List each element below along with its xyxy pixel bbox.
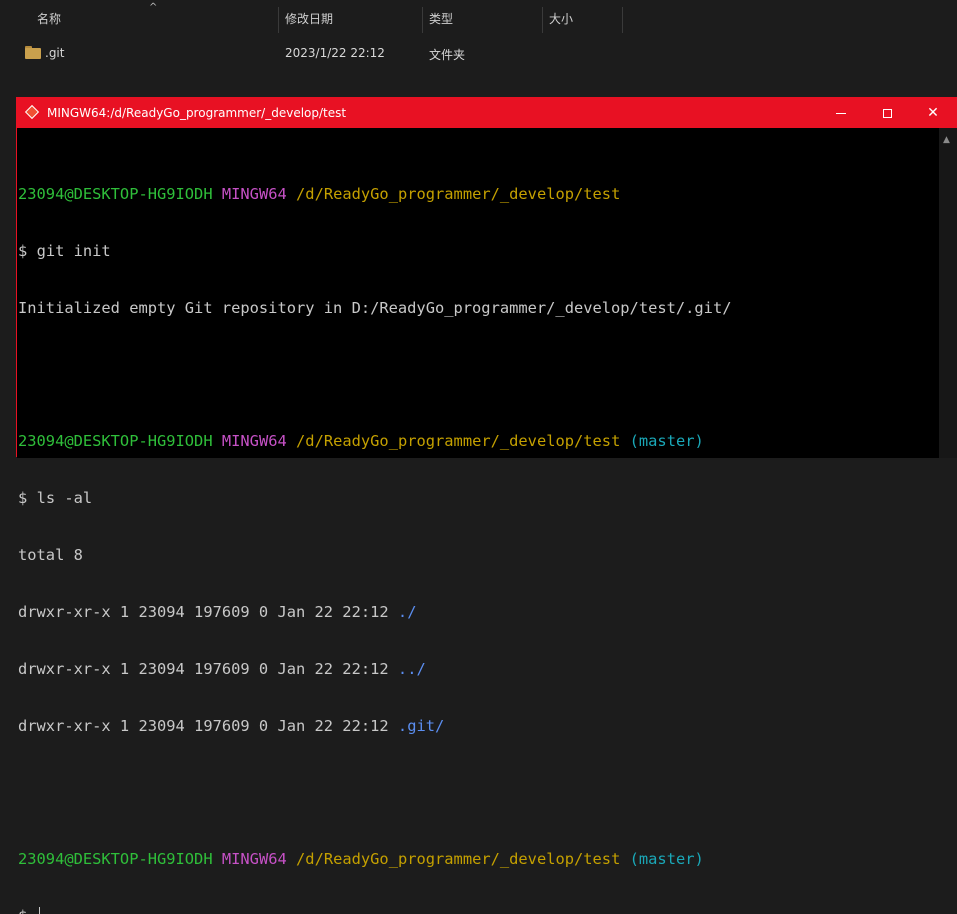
column-header-type[interactable]: 类型 <box>429 0 541 36</box>
active-command-line[interactable]: $ <box>17 907 939 914</box>
ls-meta: drwxr-xr-x 1 23094 197609 0 Jan 22 22:12 <box>18 603 389 621</box>
ls-dir-name: ../ <box>397 660 426 678</box>
folder-icon <box>25 46 41 59</box>
prompt-env: MINGW64 <box>221 850 287 868</box>
git-bash-icon[interactable] <box>24 104 40 120</box>
command-line: $ git init <box>17 242 939 261</box>
prompt-path: /d/ReadyGo_programmer/_develop/test <box>296 850 621 868</box>
prompt-user: 23094@DESKTOP-HG9IODH <box>18 432 213 450</box>
file-modified: 2023/1/22 22:12 <box>285 46 385 60</box>
terminal-window[interactable]: MINGW64:/d/ReadyGo_programmer/_develop/t… <box>16 97 957 914</box>
maximize-button[interactable] <box>864 98 910 128</box>
column-header-name-label: 名称 <box>37 11 62 26</box>
ls-dir-name: .git/ <box>397 717 445 735</box>
prompt-branch: (master) <box>629 850 704 868</box>
column-header-name[interactable]: 名称 <box>37 0 277 36</box>
column-header-modified-label: 修改日期 <box>285 11 334 26</box>
output-line: Initialized empty Git repository in D:/R… <box>18 299 732 317</box>
command-text: ls -al <box>36 489 93 507</box>
window-title: MINGW64:/d/ReadyGo_programmer/_develop/t… <box>47 106 347 120</box>
ls-row: drwxr-xr-x 1 23094 197609 0 Jan 22 22:12… <box>17 717 939 736</box>
file-explorer: ^ 名称 修改日期 类型 大小 .git 2023/1/22 22:12 文件夹 <box>0 0 957 100</box>
maximize-icon <box>882 108 892 118</box>
terminal-output[interactable]: 23094@DESKTOP-HG9IODH MINGW64 /d/ReadyGo… <box>17 128 939 914</box>
text-cursor <box>38 907 40 914</box>
command-line: $ ls -al <box>17 489 939 508</box>
prompt-symbol: $ <box>18 489 28 507</box>
column-divider[interactable] <box>542 7 543 33</box>
file-row[interactable]: .git 2023/1/22 22:12 文件夹 <box>0 40 957 66</box>
ls-row: drwxr-xr-x 1 23094 197609 0 Jan 22 22:12… <box>17 603 939 622</box>
column-header-modified[interactable]: 修改日期 <box>285 0 421 36</box>
minimize-icon <box>836 112 846 114</box>
scroll-up-arrow-icon[interactable]: ▲ <box>943 135 950 145</box>
prompt-symbol: $ <box>18 242 28 260</box>
command-text: git init <box>36 242 111 260</box>
prompt-user: 23094@DESKTOP-HG9IODH <box>18 185 213 203</box>
minimize-button[interactable] <box>818 98 864 128</box>
ls-meta: drwxr-xr-x 1 23094 197609 0 Jan 22 22:12 <box>18 660 389 678</box>
terminal-titlebar[interactable]: MINGW64:/d/ReadyGo_programmer/_develop/t… <box>17 98 957 128</box>
prompt-env: MINGW64 <box>221 185 287 203</box>
column-header-type-label: 类型 <box>429 11 454 26</box>
file-type: 文件夹 <box>429 48 466 62</box>
prompt-symbol: $ <box>18 907 27 914</box>
output-line: total 8 <box>18 546 83 564</box>
ls-dir-name: ./ <box>397 603 417 621</box>
prompt-line: 23094@DESKTOP-HG9IODH MINGW64 /d/ReadyGo… <box>17 850 939 869</box>
close-icon: ✕ <box>927 105 939 121</box>
column-divider[interactable] <box>422 7 423 33</box>
ls-meta: drwxr-xr-x 1 23094 197609 0 Jan 22 22:12 <box>18 717 389 735</box>
prompt-line: 23094@DESKTOP-HG9IODH MINGW64 /d/ReadyGo… <box>17 185 939 204</box>
close-button[interactable]: ✕ <box>910 98 956 128</box>
prompt-user: 23094@DESKTOP-HG9IODH <box>18 850 213 868</box>
prompt-branch: (master) <box>629 432 704 450</box>
column-divider[interactable] <box>278 7 279 33</box>
prompt-path: /d/ReadyGo_programmer/_develop/test <box>296 185 621 203</box>
prompt-line: 23094@DESKTOP-HG9IODH MINGW64 /d/ReadyGo… <box>17 432 939 451</box>
prompt-env: MINGW64 <box>221 432 287 450</box>
vertical-scrollbar[interactable]: ▲ <box>939 128 957 458</box>
column-header-size[interactable]: 大小 <box>549 0 621 36</box>
column-header-size-label: 大小 <box>549 11 574 26</box>
ls-row: drwxr-xr-x 1 23094 197609 0 Jan 22 22:12… <box>17 660 939 679</box>
column-divider[interactable] <box>622 7 623 33</box>
prompt-path: /d/ReadyGo_programmer/_develop/test <box>296 432 621 450</box>
file-name: .git <box>45 46 65 60</box>
